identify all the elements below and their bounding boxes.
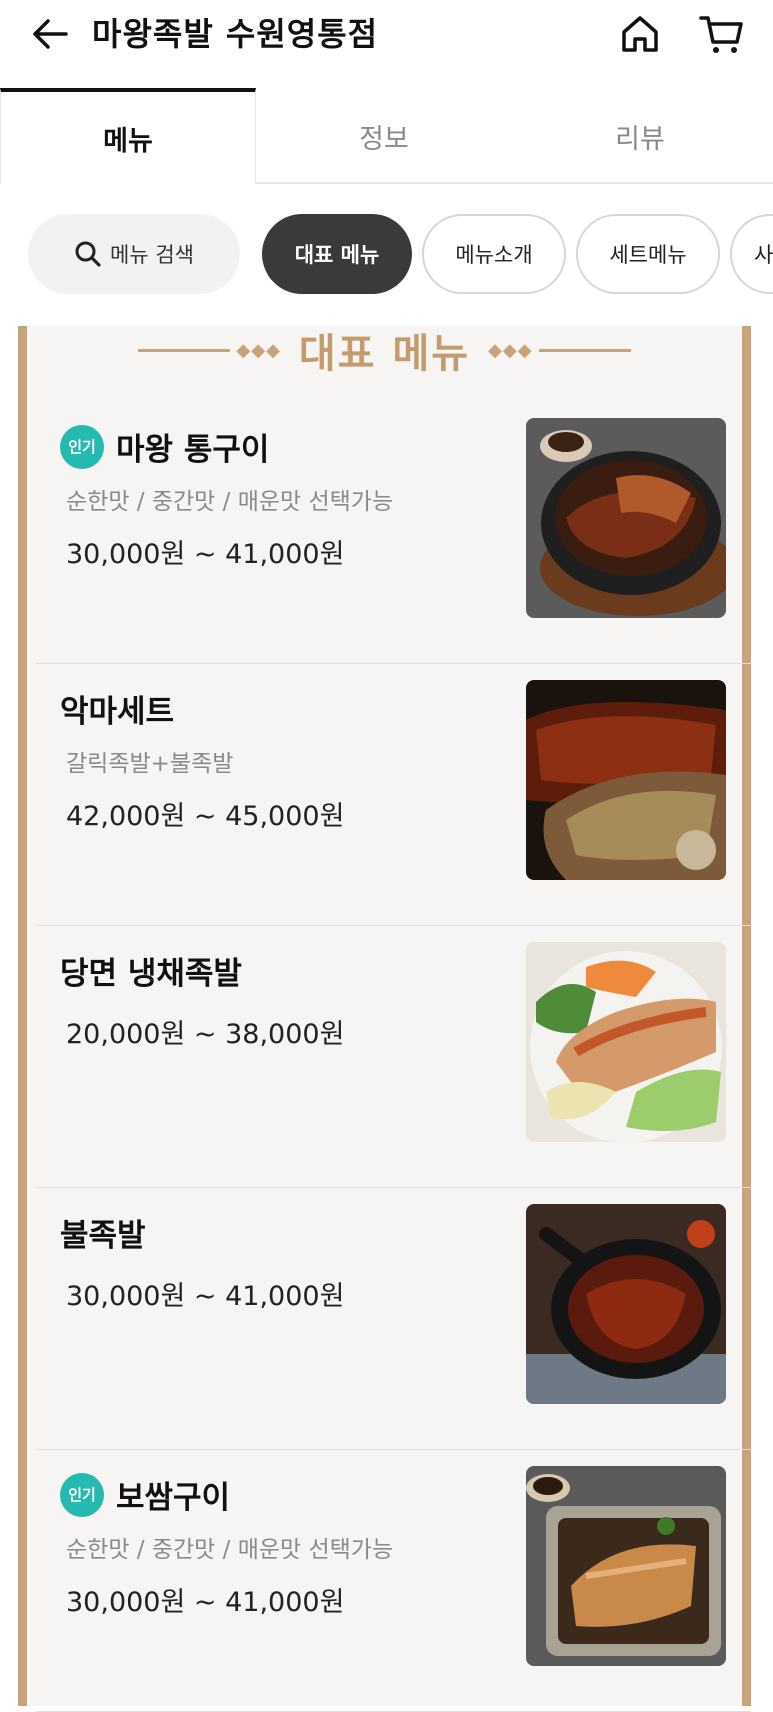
menu-item-name-row: 당면 냉채족발 (60, 948, 242, 993)
section-title: 대표 메뉴 (298, 331, 471, 377)
popular-badge: 인기 (60, 1472, 104, 1517)
menu-item-description: 갈릭족발+불족발 (66, 751, 234, 777)
tab-menu[interactable]: 메뉴 (0, 88, 256, 184)
menu-item-name: 보쌈구이 (116, 1480, 231, 1516)
menu-item-price: 30,000원 ~ 41,000원 (66, 1587, 345, 1618)
tab-bar: 메뉴 정보 리뷰 (0, 88, 773, 184)
menu-item-photo (526, 942, 726, 1142)
diamond-ornament-icon: ◆◆◆ (236, 339, 281, 361)
menu-item-photo (526, 418, 726, 618)
menu-item-photo (526, 680, 726, 880)
arrow-left-icon (33, 19, 68, 49)
tab-review[interactable]: 리뷰 (512, 88, 768, 184)
menu-item-name-row: 불족발 (60, 1210, 146, 1255)
chip-representative-menu[interactable]: 대표 메뉴 (262, 214, 412, 294)
menu-search-button[interactable]: 메뉴 검색 (28, 214, 240, 294)
tab-info[interactable]: 정보 (256, 88, 512, 184)
divider-line (138, 348, 231, 352)
menu-item-name-row: 인기 마왕 통구이 (60, 424, 269, 469)
menu-item-description: 순한맛 / 중간맛 / 매운맛 선택가능 (66, 489, 394, 515)
menu-item-price: 30,000원 ~ 41,000원 (66, 539, 345, 570)
menu-item-price: 42,000원 ~ 45,000원 (66, 801, 345, 832)
menu-item-name: 마왕 통구이 (116, 432, 270, 468)
menu-item-photo (526, 1466, 726, 1666)
app-header: 마왕족발 수원영통점 (0, 0, 773, 70)
search-icon (74, 240, 102, 268)
menu-item-description: 순한맛 / 중간맛 / 매운맛 선택가능 (66, 1537, 394, 1563)
menu-search-label: 메뉴 검색 (110, 243, 194, 267)
menu-item-name-row: 인기 보쌈구이 (60, 1472, 230, 1517)
chip-set-menu[interactable]: 세트메뉴 (576, 214, 720, 294)
back-button[interactable] (28, 14, 72, 54)
menu-item[interactable]: 인기 보쌈구이 순한맛 / 중간맛 / 매운맛 선택가능 30,000원 ~ 4… (36, 1450, 751, 1712)
popular-badge: 인기 (60, 424, 104, 469)
category-chips: 메뉴 검색 대표 메뉴 메뉴소개 세트메뉴 사 (0, 212, 773, 298)
menu-item-name: 불족발 (60, 1218, 146, 1254)
home-button[interactable] (618, 12, 662, 56)
menu-item-photo (526, 1204, 726, 1404)
diamond-ornament-icon: ◆◆◆ (488, 339, 533, 361)
section-header: ◆◆◆ 대표 메뉴 ◆◆◆ (27, 326, 742, 377)
menu-item[interactable]: 불족발 30,000원 ~ 41,000원 (36, 1188, 751, 1450)
menu-item[interactable]: 악마세트 갈릭족발+불족발 42,000원 ~ 45,000원 (36, 664, 751, 926)
menu-item-name: 악마세트 (60, 694, 175, 730)
chip-next[interactable]: 사 (730, 214, 773, 294)
menu-item-price: 20,000원 ~ 38,000원 (66, 1019, 345, 1050)
home-icon (622, 16, 658, 52)
menu-panel: ◆◆◆ 대표 메뉴 ◆◆◆ 인기 마왕 통구이 순한맛 / 중간맛 / 매운맛 … (18, 326, 751, 1712)
cart-icon (699, 16, 743, 53)
divider-line (538, 348, 631, 352)
store-title: 마왕족발 수원영통점 (92, 15, 379, 53)
cart-button[interactable] (698, 12, 746, 56)
menu-item-price: 30,000원 ~ 41,000원 (66, 1281, 345, 1312)
menu-item-name-row: 악마세트 (60, 686, 174, 731)
menu-item[interactable]: 인기 마왕 통구이 순한맛 / 중간맛 / 매운맛 선택가능 30,000원 ~… (36, 402, 751, 664)
menu-item-name: 당면 냉채족발 (60, 956, 242, 992)
chip-menu-intro[interactable]: 메뉴소개 (422, 214, 566, 294)
menu-item[interactable]: 당면 냉채족발 20,000원 ~ 38,000원 (36, 926, 751, 1188)
